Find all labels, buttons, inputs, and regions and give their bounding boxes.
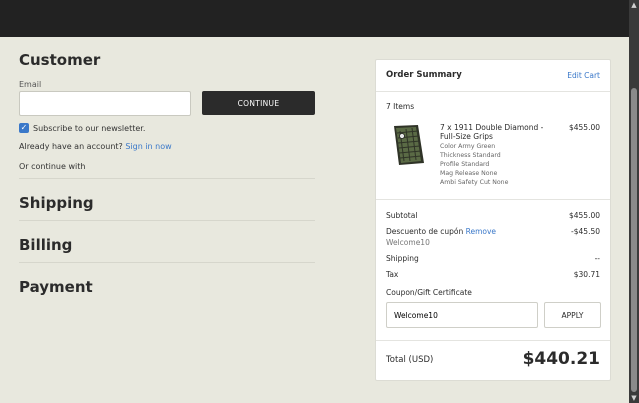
product-option: Color Army Green xyxy=(440,143,496,150)
account-prompt-line: Already have an account? Sign in now xyxy=(19,142,172,151)
product-price: $455.00 xyxy=(568,123,600,132)
product-option: Thickness Standard xyxy=(440,152,501,159)
subtotal-value: $455.00 xyxy=(568,211,600,220)
scrollbar-thumb[interactable] xyxy=(631,88,637,392)
discount-label: Descuento de cupón xyxy=(386,227,464,236)
scroll-up-arrow-icon[interactable]: ▲ xyxy=(630,1,638,9)
payment-heading[interactable]: Payment xyxy=(19,278,93,296)
email-field[interactable] xyxy=(19,91,191,116)
continue-with-label: Or continue with xyxy=(19,162,86,171)
newsletter-checkbox[interactable]: ✓ xyxy=(19,123,29,133)
divider xyxy=(19,262,315,263)
product-option: Mag Release None xyxy=(440,170,498,177)
divider xyxy=(376,340,610,341)
discount-value: -$45.50 xyxy=(571,227,600,236)
newsletter-option[interactable]: ✓ Subscribe to our newsletter. xyxy=(19,123,145,133)
product-option: Profile Standard xyxy=(440,161,490,168)
shipping-heading[interactable]: Shipping xyxy=(19,194,94,212)
scroll-down-arrow-icon[interactable]: ▼ xyxy=(630,394,638,402)
top-header-bar xyxy=(0,0,629,37)
tax-value: $30.71 xyxy=(573,270,600,279)
page-scrollbar[interactable]: ▲ ▼ xyxy=(629,0,639,403)
edit-cart-link[interactable]: Edit Cart xyxy=(567,71,600,80)
product-option: Ambi Safety Cut None xyxy=(440,179,509,186)
divider xyxy=(376,91,610,92)
sign-in-link[interactable]: Sign in now xyxy=(125,142,171,151)
order-summary-card: Order Summary Edit Cart 7 Items 7 x 1911… xyxy=(375,59,611,381)
total-label: Total (USD) xyxy=(386,355,434,365)
items-count: 7 Items xyxy=(386,102,415,111)
coupon-label: Coupon/Gift Certificate xyxy=(386,288,472,297)
newsletter-label: Subscribe to our newsletter. xyxy=(33,123,146,133)
discount-line: Descuento de cupón Remove xyxy=(386,227,496,236)
coupon-input[interactable] xyxy=(386,302,538,328)
grip-product-image xyxy=(394,125,424,165)
account-prompt: Already have an account? xyxy=(19,142,123,151)
tax-label: Tax xyxy=(386,270,399,279)
email-label: Email xyxy=(19,80,42,89)
discount-code: Welcome10 xyxy=(386,238,430,247)
remove-coupon-link[interactable]: Remove xyxy=(466,227,496,236)
billing-heading[interactable]: Billing xyxy=(19,236,72,254)
customer-heading: Customer xyxy=(19,51,101,69)
shipping-label: Shipping xyxy=(386,254,419,263)
order-summary-title: Order Summary xyxy=(386,70,462,80)
product-name[interactable]: 7 x 1911 Double Diamond - Full-Size Grip… xyxy=(440,123,550,141)
divider xyxy=(19,220,315,221)
total-value: $440.21 xyxy=(522,349,600,369)
shipping-value: -- xyxy=(594,254,600,263)
divider xyxy=(19,178,315,179)
subtotal-label: Subtotal xyxy=(386,211,418,220)
apply-coupon-button[interactable]: APPLY xyxy=(544,302,601,328)
divider xyxy=(376,199,610,200)
continue-button[interactable]: CONTINUE xyxy=(202,91,315,115)
